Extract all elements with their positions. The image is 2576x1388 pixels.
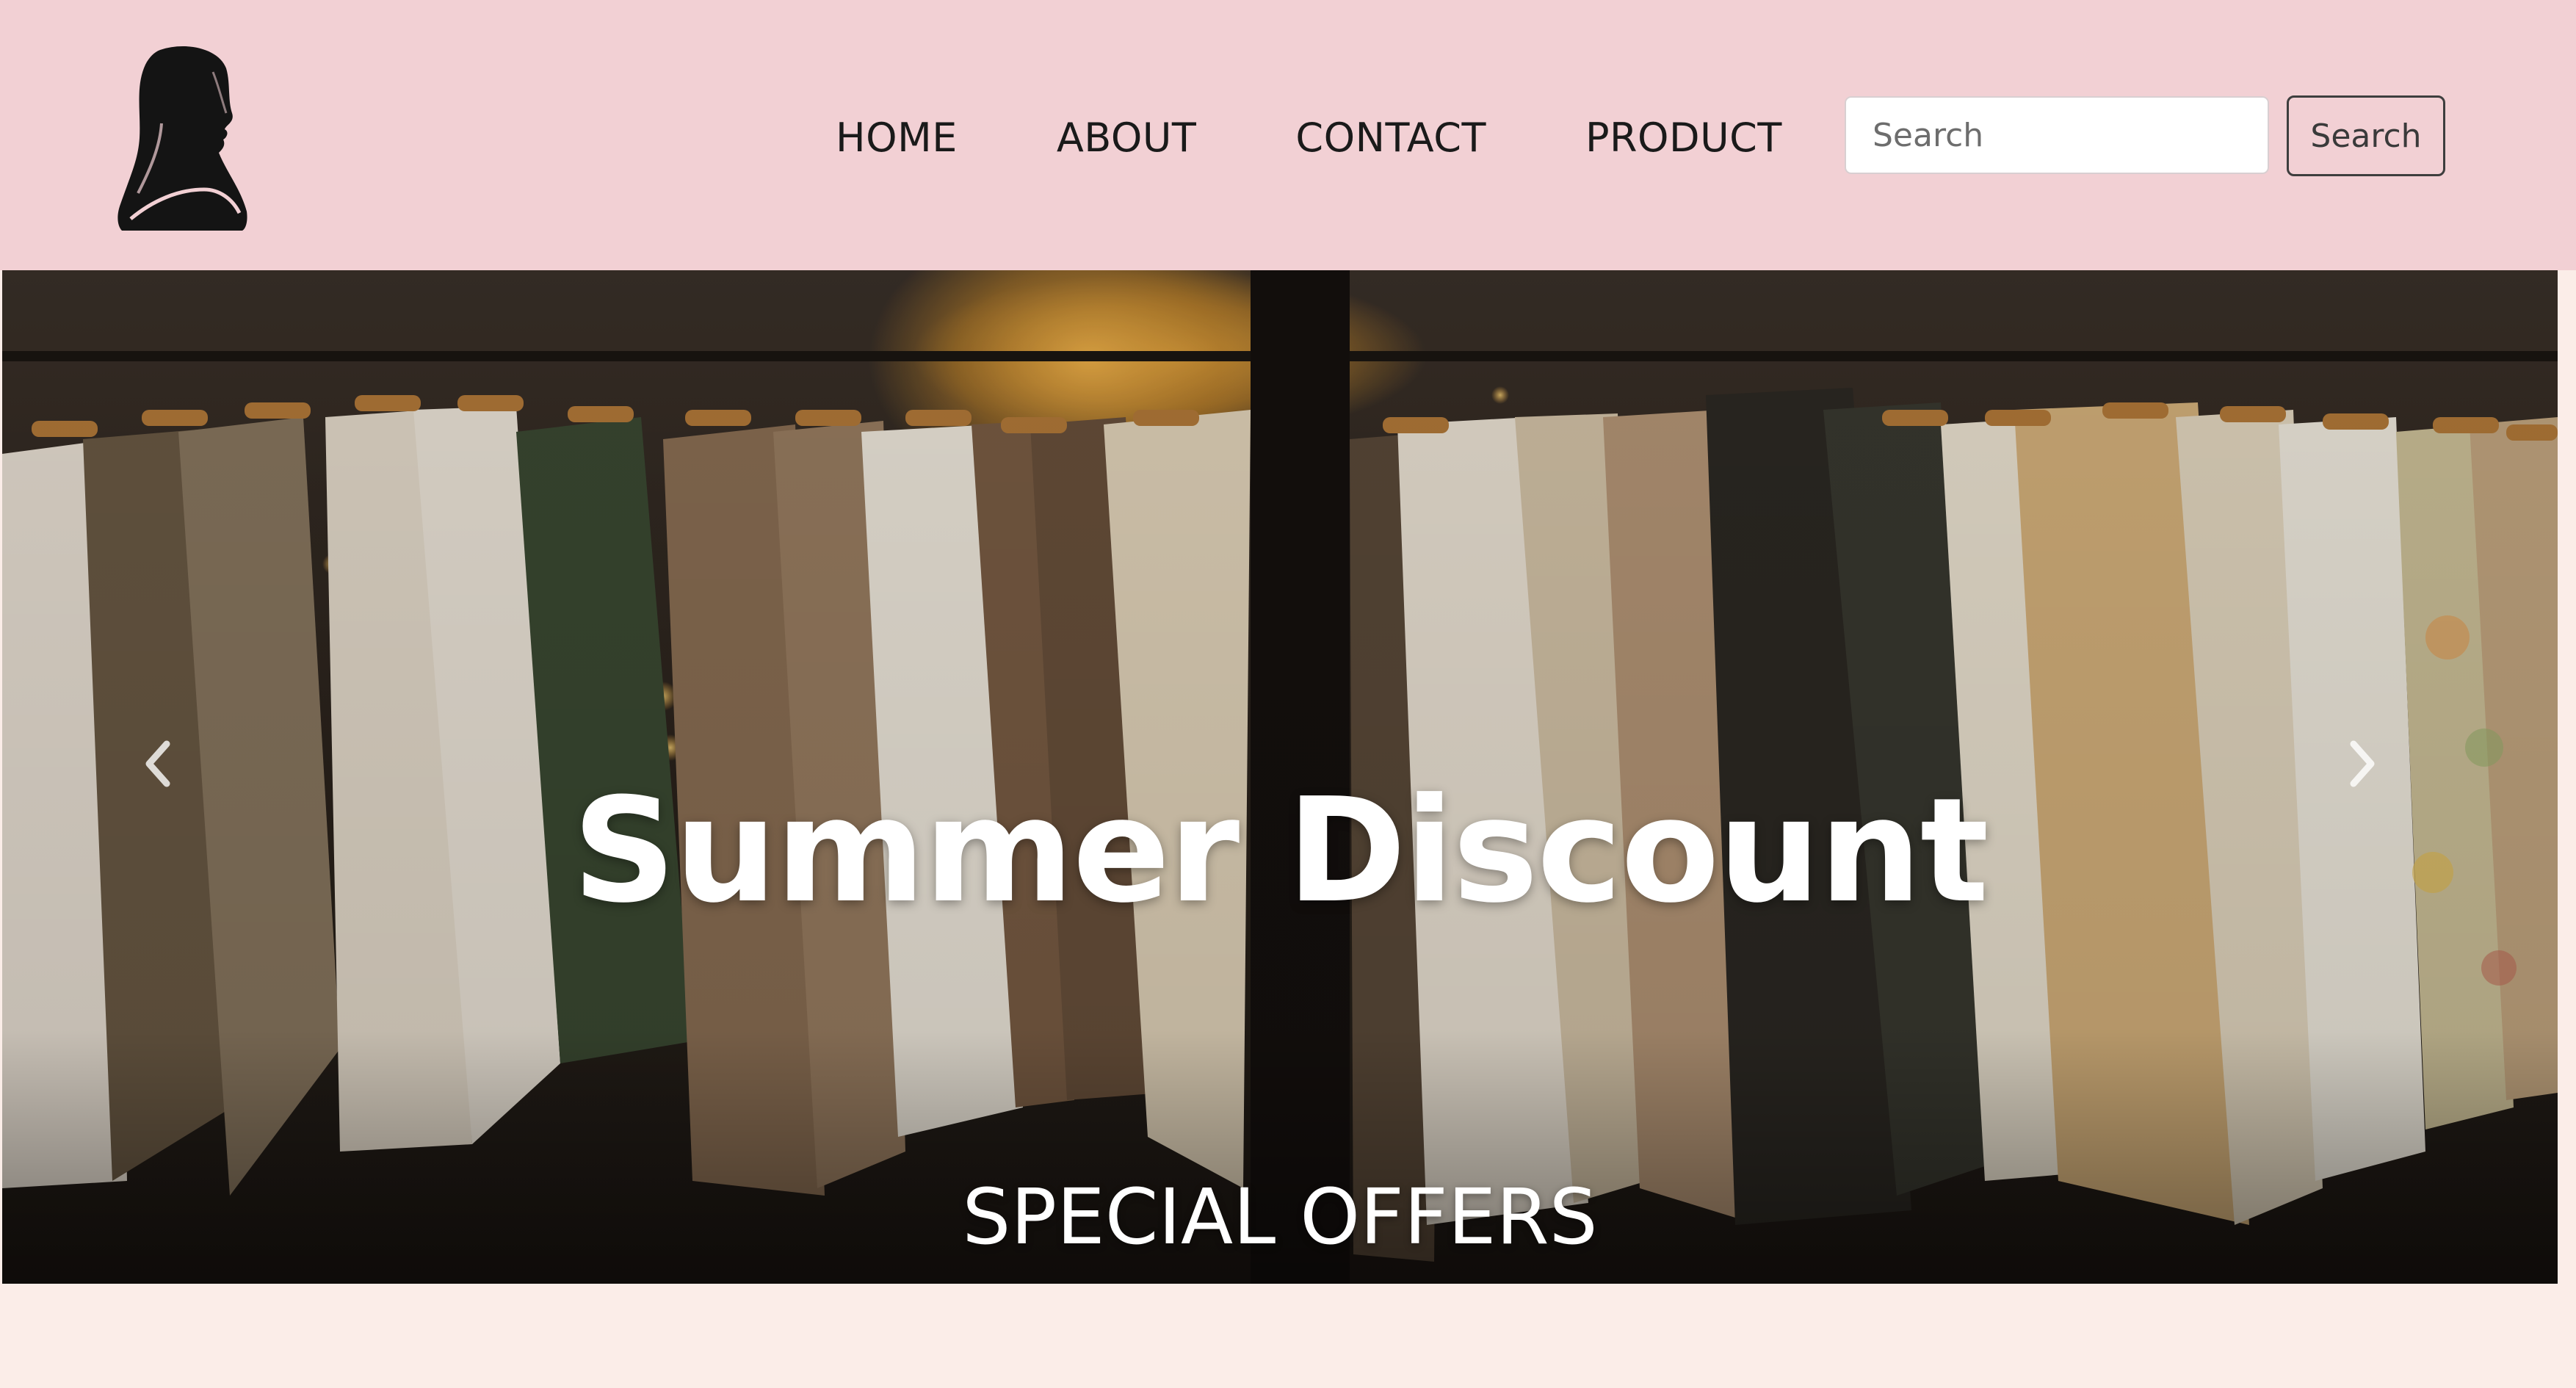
navbar: HOME ABOUT CONTACT PRODUCT Search bbox=[0, 0, 2576, 270]
page-gutter bbox=[2558, 270, 2576, 1284]
search-button[interactable]: Search bbox=[2287, 95, 2445, 176]
search-input[interactable] bbox=[1845, 96, 2269, 174]
hero-subtitle: SPECIAL OFFERS bbox=[962, 1172, 1598, 1262]
hero-carousel: Summer Discount SPECIAL OFFERS bbox=[2, 270, 2558, 1284]
nav-link-product[interactable]: PRODUCT bbox=[1585, 109, 1782, 167]
nav-link-contact[interactable]: CONTACT bbox=[1295, 109, 1486, 167]
hero-title: Summer Discount bbox=[572, 767, 1989, 936]
brand-logo[interactable] bbox=[116, 43, 248, 231]
nav-link-about[interactable]: ABOUT bbox=[1057, 109, 1197, 167]
main-nav: HOME ABOUT CONTACT PRODUCT bbox=[836, 109, 1782, 167]
nav-link-home[interactable]: HOME bbox=[836, 109, 958, 167]
hijab-woman-silhouette-icon bbox=[117, 46, 247, 231]
